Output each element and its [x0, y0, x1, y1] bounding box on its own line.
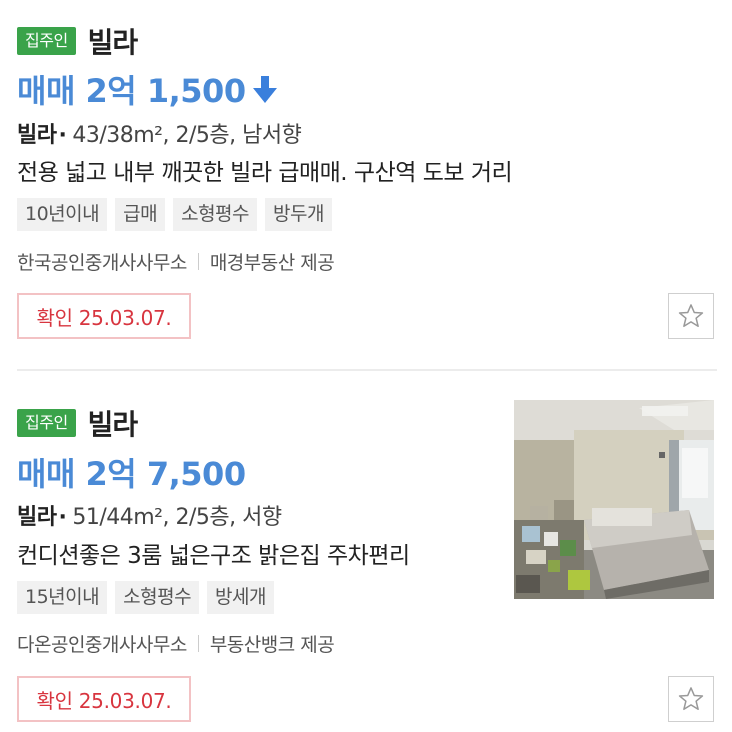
agent-name: 한국공인중개사사무소 [17, 252, 187, 274]
listing-card[interactable]: 집주인 빌라 매매 2억 1,500 빌라· 43/38m², 2/5층, 남서향… [0, 0, 732, 370]
spec-type: 빌라 [17, 123, 57, 148]
tag: 소형평수 [115, 581, 200, 614]
favorite-button[interactable] [668, 676, 714, 722]
price-row: 매매 2억 1,500 [17, 66, 278, 112]
agent-row: 다온공인중개사사무소 부동산뱅크 제공 [17, 630, 335, 657]
tag: 15년이내 [17, 581, 108, 614]
agent-name: 다온공인중개사사무소 [17, 634, 187, 656]
listing-description: 컨디션좋은 3룸 넓은구조 밝은집 주차편리 [17, 543, 410, 569]
star-icon [678, 687, 704, 711]
confirm-date-badge: 확인 25.03.07. [17, 676, 191, 722]
owner-badge: 집주인 [17, 27, 76, 55]
provider: 매경부동산 제공 [209, 252, 335, 274]
confirm-date-badge: 확인 25.03.07. [17, 293, 191, 339]
tag-list: 15년이내 소형평수 방세개 [17, 581, 282, 614]
spec-row: 빌라· 43/38m², 2/5층, 남서향 [17, 117, 302, 149]
star-icon [678, 304, 704, 328]
favorite-button[interactable] [668, 293, 714, 339]
tag: 소형평수 [173, 198, 258, 231]
arrow-down-icon [252, 76, 277, 103]
listing-thumbnail[interactable] [514, 400, 714, 599]
listing-card[interactable]: 집주인 빌라 매매 2억 7,500 빌라· 51/44m², 2/5층, 서향 … [0, 371, 732, 732]
provider: 부동산뱅크 제공 [209, 634, 335, 656]
owner-badge: 집주인 [17, 409, 76, 437]
spec-row: 빌라· 51/44m², 2/5층, 서향 [17, 499, 282, 531]
listing-description: 전용 넓고 내부 깨끗한 빌라 급매매. 구산역 도보 거리 [17, 160, 513, 186]
separator [197, 253, 199, 270]
separator [197, 635, 199, 652]
price: 매매 2억 1,500 [17, 72, 246, 110]
spec-dot: · [58, 505, 67, 530]
listing-title-row: 집주인 빌라 [17, 403, 139, 443]
bedroom-photo [514, 400, 714, 599]
tag: 급매 [115, 198, 166, 231]
agent-row: 한국공인중개사사무소 매경부동산 제공 [17, 248, 335, 275]
price: 매매 2억 7,500 [17, 455, 246, 493]
spec-detail: 51/44m², 2/5층, 서향 [72, 505, 282, 530]
tag: 10년이내 [17, 198, 108, 231]
spec-type: 빌라 [17, 505, 57, 530]
property-type: 빌라 [87, 26, 139, 59]
price-row: 매매 2억 7,500 [17, 449, 246, 495]
spec-dot: · [58, 123, 67, 148]
tag: 방두개 [265, 198, 332, 231]
property-type: 빌라 [87, 408, 139, 441]
listing-title-row: 집주인 빌라 [17, 21, 139, 61]
tag: 방세개 [207, 581, 274, 614]
spec-detail: 43/38m², 2/5층, 남서향 [72, 123, 302, 148]
tag-list: 10년이내 급매 소형평수 방두개 [17, 198, 340, 231]
